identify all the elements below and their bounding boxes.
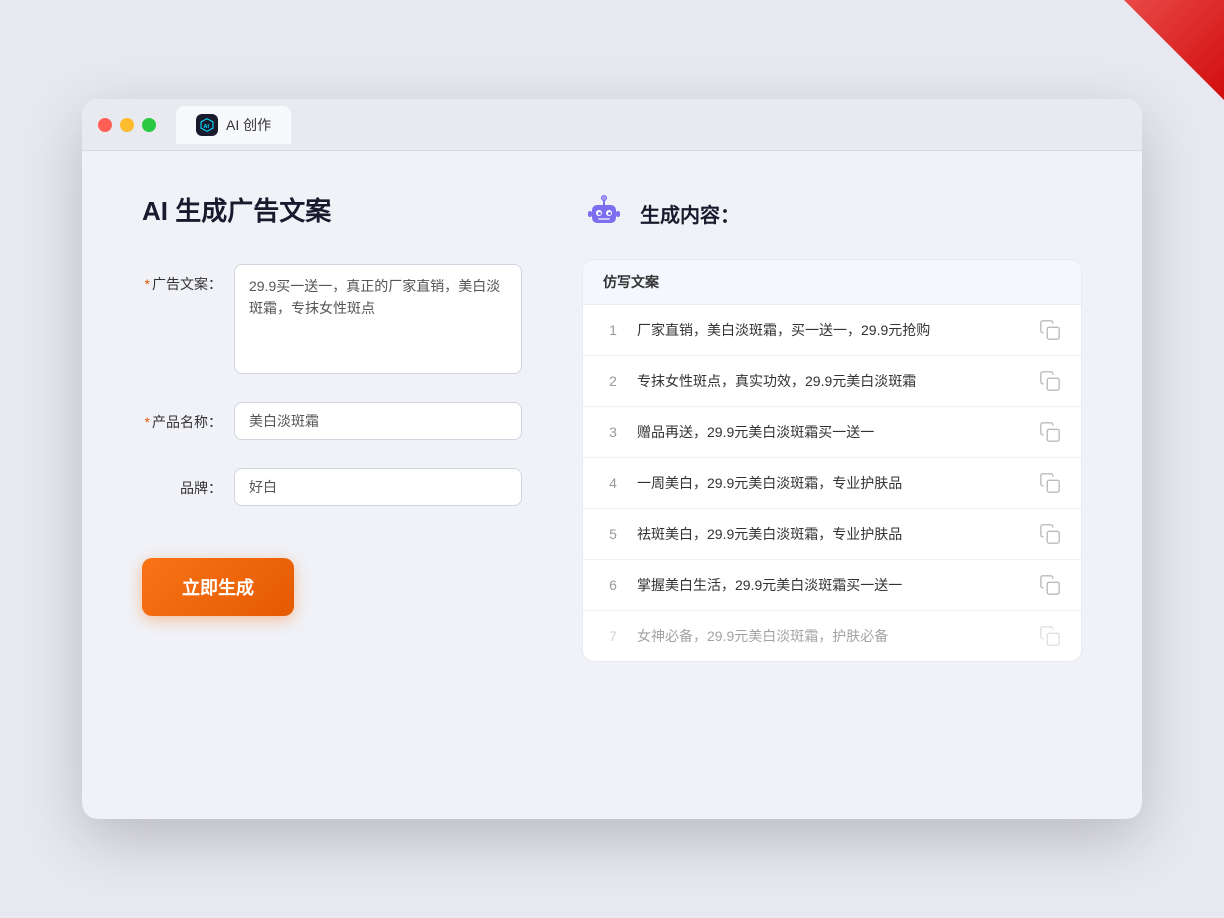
title-bar: AI AI 创作 xyxy=(82,99,1142,151)
table-row: 6 掌握美白生活，29.9元美白淡斑霜买一送一 xyxy=(583,560,1081,611)
table-row: 2 专抹女性斑点，真实功效，29.9元美白淡斑霜 xyxy=(583,356,1081,407)
row-text: 一周美白，29.9元美白淡斑霜，专业护肤品 xyxy=(637,473,1025,494)
svg-text:AI: AI xyxy=(204,123,210,129)
product-name-label: *产品名称： xyxy=(142,402,222,432)
copy-icon[interactable] xyxy=(1039,523,1061,545)
close-button[interactable] xyxy=(98,118,112,132)
row-text: 赠品再送，29.9元美白淡斑霜买一送一 xyxy=(637,422,1025,443)
row-number: 5 xyxy=(603,526,623,542)
tab-label: AI 创作 xyxy=(226,115,271,135)
copy-icon[interactable] xyxy=(1039,472,1061,494)
table-header: 仿写文案 xyxy=(583,260,1081,305)
right-panel: 生成内容： 仿写文案 1 厂家直销，美白淡斑霜，买一送一，29.9元抢购 2 专… xyxy=(582,191,1082,779)
ad-copy-label: *广告文案： xyxy=(142,264,222,294)
table-row: 1 厂家直销，美白淡斑霜，买一送一，29.9元抢购 xyxy=(583,305,1081,356)
table-row: 5 祛斑美白，29.9元美白淡斑霜，专业护肤品 xyxy=(583,509,1081,560)
traffic-lights xyxy=(98,118,156,132)
ai-tab[interactable]: AI AI 创作 xyxy=(176,106,291,144)
tab-icon: AI xyxy=(196,114,218,136)
browser-window: AI AI 创作 AI 生成广告文案 *广告文案： 29.9买一送一，真正的厂家… xyxy=(82,99,1142,819)
row-number: 2 xyxy=(603,373,623,389)
copy-icon[interactable] xyxy=(1039,421,1061,443)
required-star-1: * xyxy=(145,276,150,292)
row-number: 3 xyxy=(603,424,623,440)
brand-group: 品牌： xyxy=(142,468,522,506)
table-row: 4 一周美白，29.9元美白淡斑霜，专业护肤品 xyxy=(583,458,1081,509)
copy-icon[interactable] xyxy=(1039,574,1061,596)
row-text: 掌握美白生活，29.9元美白淡斑霜买一送一 xyxy=(637,575,1025,596)
brand-label: 品牌： xyxy=(142,468,222,498)
row-number: 4 xyxy=(603,475,623,491)
result-table: 仿写文案 1 厂家直销，美白淡斑霜，买一送一，29.9元抢购 2 专抹女性斑点，… xyxy=(582,259,1082,662)
desktop: AI AI 创作 AI 生成广告文案 *广告文案： 29.9买一送一，真正的厂家… xyxy=(0,0,1224,918)
brand-input[interactable] xyxy=(234,468,522,506)
result-title: 生成内容： xyxy=(640,199,740,228)
product-name-group: *产品名称： xyxy=(142,402,522,440)
row-text: 厂家直销，美白淡斑霜，买一送一，29.9元抢购 xyxy=(637,320,1025,341)
main-content: AI 生成广告文案 *广告文案： 29.9买一送一，真正的厂家直销，美白淡斑霜，… xyxy=(82,151,1142,819)
copy-icon[interactable] xyxy=(1039,625,1061,647)
copy-icon[interactable] xyxy=(1039,370,1061,392)
minimize-button[interactable] xyxy=(120,118,134,132)
row-text: 专抹女性斑点，真实功效，29.9元美白淡斑霜 xyxy=(637,371,1025,392)
row-number: 7 xyxy=(603,628,623,644)
row-text: 祛斑美白，29.9元美白淡斑霜，专业护肤品 xyxy=(637,524,1025,545)
row-number: 6 xyxy=(603,577,623,593)
table-row: 7 女神必备，29.9元美白淡斑霜，护肤必备 xyxy=(583,611,1081,661)
left-panel: AI 生成广告文案 *广告文案： 29.9买一送一，真正的厂家直销，美白淡斑霜，… xyxy=(142,191,522,779)
ad-copy-input[interactable]: 29.9买一送一，真正的厂家直销，美白淡斑霜，专抹女性斑点 xyxy=(234,264,522,374)
row-text: 女神必备，29.9元美白淡斑霜，护肤必备 xyxy=(637,626,1025,647)
maximize-button[interactable] xyxy=(142,118,156,132)
copy-icon[interactable] xyxy=(1039,319,1061,341)
required-star-2: * xyxy=(145,414,150,430)
product-name-input[interactable] xyxy=(234,402,522,440)
generate-button[interactable]: 立即生成 xyxy=(142,558,294,616)
row-number: 1 xyxy=(603,322,623,338)
table-row: 3 赠品再送，29.9元美白淡斑霜买一送一 xyxy=(583,407,1081,458)
robot-icon xyxy=(582,191,626,235)
ad-copy-group: *广告文案： 29.9买一送一，真正的厂家直销，美白淡斑霜，专抹女性斑点 xyxy=(142,264,522,374)
page-title: AI 生成广告文案 xyxy=(142,191,522,228)
result-header: 生成内容： xyxy=(582,191,1082,235)
